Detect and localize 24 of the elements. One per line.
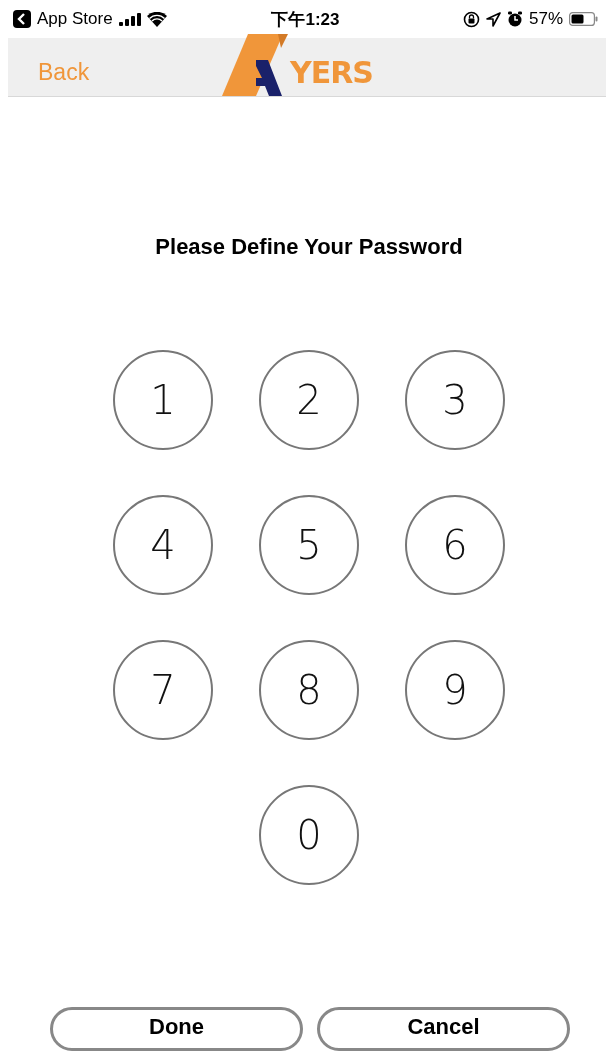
logo-text: YERS bbox=[290, 58, 373, 88]
battery-icon bbox=[569, 12, 598, 26]
alarm-icon bbox=[506, 11, 523, 27]
signal-icon bbox=[118, 12, 141, 26]
cancel-button[interactable]: Cancel bbox=[317, 1007, 570, 1051]
keypad-key[interactable]: 3 bbox=[405, 350, 505, 450]
location-icon bbox=[485, 11, 501, 27]
clock-time: 下午1:23 bbox=[271, 8, 340, 31]
keypad-key[interactable]: 0 bbox=[259, 785, 359, 885]
keypad-key[interactable]: 5 bbox=[259, 495, 359, 595]
keypad-key[interactable]: 6 bbox=[405, 495, 505, 595]
keypad-key[interactable]: 7 bbox=[113, 640, 213, 740]
keypad-key[interactable]: 9 bbox=[405, 640, 505, 740]
keypad-key[interactable]: 2 bbox=[259, 350, 359, 450]
rotation-lock-icon bbox=[462, 10, 480, 28]
done-button[interactable]: Done bbox=[50, 1007, 303, 1051]
keypad-key[interactable]: 1 bbox=[113, 350, 213, 450]
back-app-label[interactable]: App Store bbox=[37, 9, 113, 29]
keypad-key[interactable]: 8 bbox=[259, 640, 359, 740]
back-app-icon[interactable] bbox=[13, 10, 31, 28]
battery-percent: 57% bbox=[528, 9, 563, 29]
wifi-icon bbox=[146, 11, 167, 27]
keypad-key[interactable]: 4 bbox=[113, 495, 213, 595]
password-prompt: Please Define Your Password bbox=[154, 234, 464, 260]
